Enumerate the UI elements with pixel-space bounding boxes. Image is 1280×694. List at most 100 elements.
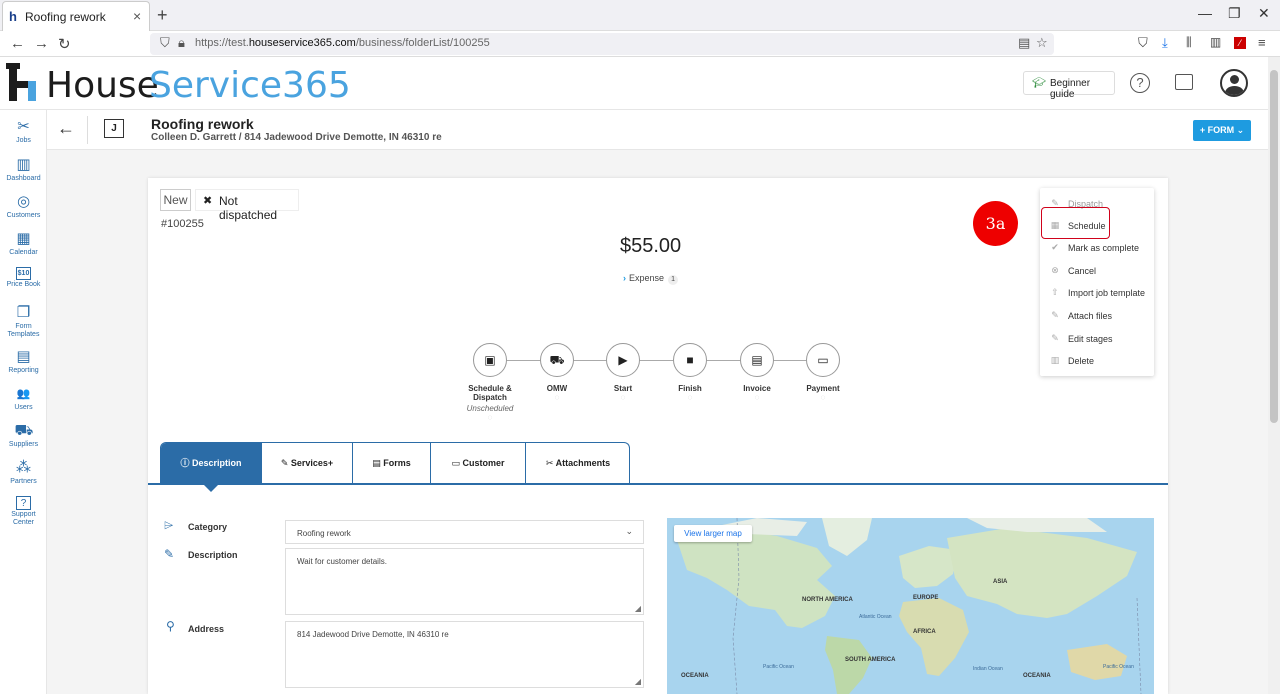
help-icon[interactable]: ?	[1130, 73, 1150, 93]
stage-payment[interactable]: ▭	[806, 343, 840, 377]
paperclip-icon: ✂	[545, 458, 554, 468]
partners-icon: ⁂	[16, 459, 31, 476]
url-bar[interactable]: ⛉ 🔒︎ https://test.houseservice365.com/bu…	[150, 33, 1054, 55]
calendar-check-icon: ▣	[484, 353, 496, 367]
menu-item-mark-as-complete[interactable]: ✔ Mark as complete	[1040, 237, 1154, 259]
browser-nav-bar: ← → ↻ ⛉ 🔒︎ https://test.houseservice365.…	[0, 31, 1280, 57]
graduation-cap-icon: 🎓︎	[1032, 77, 1046, 89]
address-field[interactable]: 814 Jadewood Drive Demotte, IN 46310 re …	[285, 621, 644, 688]
stage-schedule-dispatch[interactable]: ▣	[473, 343, 507, 377]
calendar-icon: ▦	[16, 230, 31, 247]
back-icon[interactable]: ←	[10, 35, 25, 52]
description-field[interactable]: Wait for customer details. ◢	[285, 548, 644, 615]
sidebar-item-price-book[interactable]: $10 Price Book	[0, 267, 47, 289]
comment-icon[interactable]: ◌	[655, 393, 725, 402]
forward-icon[interactable]: →	[34, 35, 49, 52]
chart-icon: ▥	[16, 156, 31, 173]
menu-item-import-job-template[interactable]: ⇧ Import job template	[1040, 282, 1154, 304]
extension-icon[interactable]: ⁄	[1234, 37, 1246, 49]
stage-label: Schedule & Dispatch	[468, 384, 512, 402]
stage-start[interactable]: ▶	[606, 343, 640, 377]
job-type-badge: J	[104, 119, 124, 138]
url-text[interactable]: https://test.houseservice365.com/busines…	[195, 37, 490, 49]
description-label: Description	[188, 550, 238, 560]
resize-handle-icon[interactable]: ◢	[635, 677, 641, 686]
job-subtitle: Colleen D. Garrett / 814 Jadewood Drive …	[151, 132, 442, 143]
id-card-icon: ▭	[451, 458, 460, 468]
bookmark-star-icon[interactable]: ☆	[1036, 35, 1048, 51]
restore-icon[interactable]: ❐	[1228, 5, 1241, 22]
users-icon: 👥	[16, 388, 31, 400]
sidebar-item-dashboard[interactable]: ▥ Dashboard	[0, 156, 47, 183]
sidebar-item-reporting[interactable]: ▤ Reporting	[0, 348, 47, 375]
library-icon[interactable]: ⫼	[1186, 35, 1192, 50]
comment-icon[interactable]: ◌	[455, 413, 525, 422]
map[interactable]: NORTH AMERICA EUROPE ASIA AFRICA SOUTH A…	[667, 518, 1154, 694]
sidebar-item-partners[interactable]: ⁂ Partners	[0, 459, 47, 486]
sidebar-item-suppliers[interactable]: ⛟ Suppliers	[0, 422, 47, 449]
truck-icon: ⛟	[549, 353, 565, 367]
sidebar-item-support-center[interactable]: ? Support Center	[0, 496, 47, 527]
lock-icon[interactable]: 🔒︎	[178, 35, 185, 51]
sidebar-item-users[interactable]: 👥 Users	[0, 385, 47, 412]
pocket-icon[interactable]: ⛉	[1138, 35, 1148, 51]
app-header: House Service365 🎓︎ Beginner guide ?	[0, 57, 1268, 110]
menu-item-attach-files[interactable]: ✎ Attach files	[1040, 305, 1154, 327]
tab-description[interactable]: ⓘ Description	[161, 443, 262, 484]
status-badge-new: New	[160, 189, 191, 211]
shield-icon[interactable]: ⛉	[160, 35, 170, 51]
reload-icon[interactable]: ↻	[58, 35, 71, 53]
sidebar-item-form-templates[interactable]: ❐ Form Templates	[0, 304, 47, 339]
category-select[interactable]: Roofing rework ⌄	[285, 520, 644, 544]
chevron-down-icon: ⌄	[625, 526, 633, 536]
sidebar-item-jobs[interactable]: ✂ Jobs	[0, 118, 47, 145]
avatar[interactable]	[1220, 69, 1248, 97]
location-pin-icon: ⚲	[166, 619, 175, 633]
comment-icon[interactable]: ◌	[788, 393, 858, 402]
tab-close-icon[interactable]: ×	[133, 8, 141, 24]
comment-icon[interactable]: ◌	[588, 393, 658, 402]
menu-item-cancel[interactable]: ⊗ Cancel	[1040, 260, 1154, 282]
downloads-icon[interactable]: ⤓	[1162, 35, 1168, 51]
reader-view-icon[interactable]: ▤	[1018, 35, 1030, 51]
resize-handle-icon[interactable]: ◢	[635, 604, 641, 613]
expense-toggle[interactable]: › Expense 1	[623, 273, 679, 285]
tab-customer[interactable]: ▭ Customer	[431, 443, 526, 484]
form-icon: ❐	[16, 304, 31, 321]
tag-icon: ⌲	[164, 518, 174, 532]
stage-omw[interactable]: ⛟	[540, 343, 574, 377]
report-icon: ▤	[16, 348, 31, 365]
menu-item-delete[interactable]: ▥ Delete	[1040, 350, 1154, 372]
job-amount: $55.00	[620, 235, 682, 257]
world-map-shapes	[677, 518, 1142, 694]
minimize-icon[interactable]: —	[1198, 5, 1212, 21]
tab-forms[interactable]: ▤ Forms	[353, 443, 431, 484]
comment-icon[interactable]: ◌	[722, 393, 792, 402]
tab-attachments[interactable]: ✂ Attachments	[526, 443, 630, 484]
window-close-icon[interactable]: ✕	[1258, 5, 1270, 22]
tab-services[interactable]: ✎ Services+	[262, 443, 353, 484]
scrollbar-thumb[interactable]	[1270, 70, 1278, 423]
invoice-icon: ▤	[751, 353, 763, 367]
beginner-guide-button[interactable]: 🎓︎ Beginner guide	[1023, 71, 1115, 100]
logo-h-icon	[6, 63, 36, 101]
comment-icon[interactable]: ◌	[522, 393, 592, 402]
view-larger-map-link[interactable]: View larger map	[674, 525, 752, 542]
browser-tab[interactable]: h Roofing rework ×	[2, 1, 150, 31]
menu-item-edit-stages[interactable]: ✎ Edit stages	[1040, 328, 1154, 350]
document-icon: ▤	[372, 458, 381, 468]
menu-icon[interactable]: ≡	[1258, 35, 1266, 50]
stage-finish[interactable]: ■	[673, 343, 707, 377]
sidebar-item-customers[interactable]: ◎ Customers	[0, 193, 47, 220]
stage-label: Payment	[806, 384, 840, 393]
sidebar-toggle-icon[interactable]: ▥	[1210, 35, 1221, 49]
customers-icon: ◎	[16, 193, 31, 210]
add-form-button[interactable]: + FORM ⌄	[1193, 120, 1251, 141]
new-tab-button[interactable]: +	[157, 5, 168, 26]
sidebar-item-calendar[interactable]: ▦ Calendar	[0, 230, 47, 257]
check-icon: ✔	[1051, 242, 1059, 252]
back-arrow-icon[interactable]: ←	[57, 118, 75, 139]
card-icon: ▭	[817, 353, 829, 367]
stage-invoice[interactable]: ▤	[740, 343, 774, 377]
folder-icon[interactable]	[1175, 74, 1193, 90]
